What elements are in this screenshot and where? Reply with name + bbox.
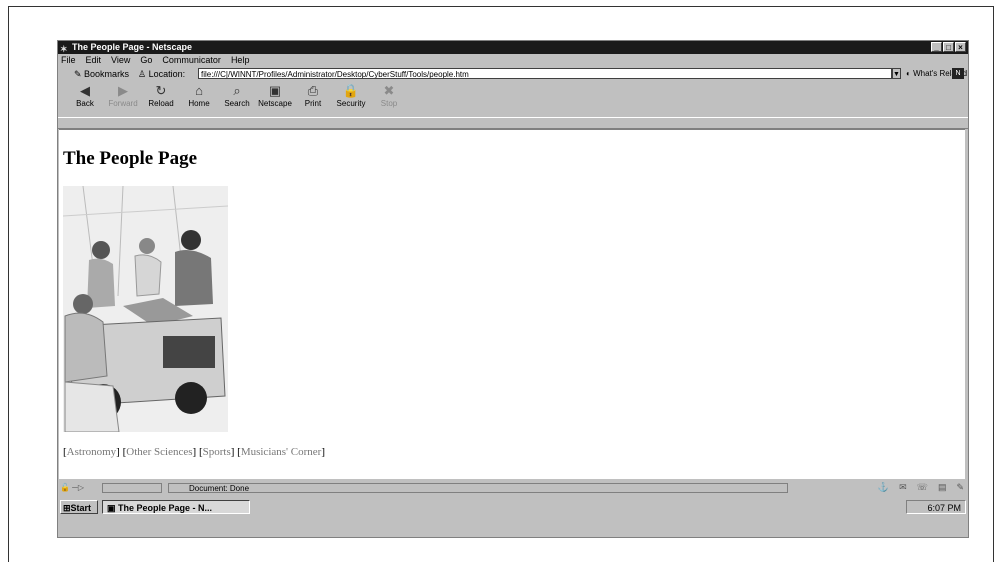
link-musicians-corner[interactable]: Musicians' Corner: [241, 446, 322, 458]
windows-logo-icon: ⊞: [63, 503, 71, 513]
close-button[interactable]: ×: [955, 42, 966, 52]
section-links: [Astronomy] [Other Sciences] [Sports] [M…: [63, 446, 325, 458]
editor-icon[interactable]: ✎: [956, 482, 964, 493]
menu-bar: File Edit View Go Communicator Help: [60, 55, 250, 66]
netscape-task-icon: ▣: [107, 503, 119, 513]
start-button[interactable]: ⊞Start: [60, 500, 98, 514]
maximize-button[interactable]: □: [943, 42, 954, 52]
progress-bar: [102, 483, 162, 493]
menu-file[interactable]: File: [60, 55, 77, 66]
bookmarks-label: Bookmarks: [84, 69, 130, 79]
system-clock: 6:07 PM: [906, 500, 966, 514]
people-photo: [63, 186, 228, 432]
link-other-sciences[interactable]: Other Sciences: [126, 446, 192, 458]
home-icon: ⌂: [195, 83, 203, 98]
mail-icon[interactable]: ✉: [899, 482, 907, 493]
chevron-down-icon[interactable]: ▼: [892, 68, 901, 79]
minimize-button[interactable]: _: [931, 42, 942, 52]
print-icon: ⎙: [307, 83, 319, 98]
forward-arrow-icon: ▶: [118, 83, 128, 98]
link-sports[interactable]: Sports: [203, 446, 231, 458]
personal-toolbar: [58, 117, 968, 129]
netscape-button[interactable]: ▣ Netscape: [256, 83, 294, 113]
navigation-toolbar: ◀ Back ▶ Forward ↻ Reload ⌂ Home ⌕ Search ▣ Ne…: [66, 83, 408, 113]
forward-button[interactable]: ▶ Forward: [104, 83, 142, 113]
bookmark-icon: ✎: [74, 69, 85, 79]
bookmarks-button[interactable]: ✎ Bookmarks: [74, 68, 129, 80]
windows-taskbar: ⊞Start ▣ The People Page - N... 6:07 PM: [58, 499, 968, 515]
menu-view[interactable]: View: [110, 55, 131, 66]
navigator-icon[interactable]: ⚓: [878, 482, 889, 493]
status-bar: 🔓 ─▷ Document: Done ⚓ ✉ ☏ ▤ ✎: [58, 481, 968, 495]
netscape-icon: ▣: [268, 83, 282, 98]
title-bar[interactable]: ✶ The People Page - Netscape _ □ ×: [58, 41, 968, 54]
menu-help[interactable]: Help: [230, 55, 251, 66]
security-button[interactable]: 🔒 Security: [332, 83, 370, 113]
menu-edit[interactable]: Edit: [85, 55, 103, 66]
status-message: Document: Done: [168, 483, 788, 493]
component-bar: ⚓ ✉ ☏ ▤ ✎: [878, 482, 964, 493]
browser-window: ✶ The People Page - Netscape _ □ × File …: [57, 40, 969, 538]
netscape-logo-icon[interactable]: N: [952, 68, 964, 79]
back-button[interactable]: ◀ Back: [66, 83, 104, 113]
reload-button[interactable]: ↻ Reload: [142, 83, 180, 113]
related-icon: ◐: [906, 69, 914, 78]
reload-icon: ↻: [155, 83, 167, 98]
composer-icon[interactable]: ▤: [938, 482, 947, 493]
menu-go[interactable]: Go: [139, 55, 153, 66]
url-input[interactable]: file:///C|/WINNT/Profiles/Administrator/…: [198, 68, 892, 79]
security-lock-icon: 🔒: [342, 83, 360, 98]
location-label: ♙ Location:: [138, 69, 186, 79]
people-photo-graphic: [63, 186, 228, 432]
stop-button[interactable]: ✖ Stop: [370, 83, 408, 113]
security-status-icon[interactable]: 🔓 ─▷: [60, 483, 100, 493]
discussions-icon[interactable]: ☏: [917, 482, 928, 493]
home-button[interactable]: ⌂ Home: [180, 83, 218, 113]
back-arrow-icon: ◀: [80, 83, 90, 98]
print-button[interactable]: ⎙ Print: [294, 83, 332, 113]
stop-icon: ✖: [383, 83, 395, 98]
taskbar-item-netscape[interactable]: ▣ The People Page - N...: [102, 500, 250, 514]
window-title: The People Page - Netscape: [72, 42, 193, 52]
menu-communicator[interactable]: Communicator: [161, 55, 222, 66]
page-title: The People Page: [63, 148, 198, 169]
location-bar: ✎ Bookmarks ♙ Location: file:///C|/WINNT…: [58, 67, 968, 81]
window-controls: _ □ ×: [931, 42, 966, 52]
page-proxy-icon[interactable]: ♙: [138, 69, 149, 79]
link-astronomy[interactable]: Astronomy: [67, 446, 117, 458]
search-icon: ⌕: [233, 83, 241, 98]
search-button[interactable]: ⌕ Search: [218, 83, 256, 113]
page-content: The People Page [Astronomy] [Other Scien…: [59, 129, 965, 479]
